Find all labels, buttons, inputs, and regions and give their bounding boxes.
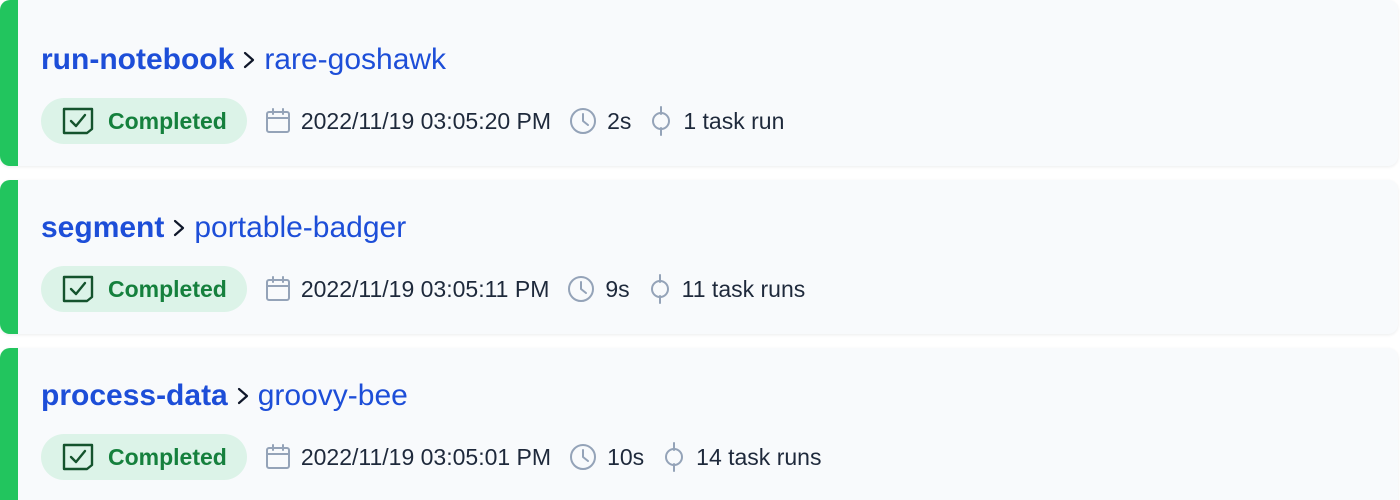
state-label: Completed: [108, 107, 227, 134]
flow-name-link[interactable]: process-data: [41, 376, 228, 416]
start-time-value: 2022/11/19 03:05:20 PM: [300, 107, 552, 134]
calendar-icon: [265, 276, 290, 301]
clock-icon: [568, 276, 595, 302]
flow-run-breadcrumb: run-notebook rare-goshawk: [41, 40, 446, 80]
checkbox-checked-icon: [62, 275, 94, 303]
flow-name-link[interactable]: run-notebook: [41, 40, 234, 80]
flow-run-card[interactable]: process-data groovy-bee Completed 2022/1…: [0, 348, 1398, 500]
flow-name-link[interactable]: segment: [41, 208, 164, 248]
flow-run-breadcrumb: process-data groovy-bee: [41, 376, 408, 416]
state-badge: Completed: [41, 434, 247, 480]
duration-value: 10s: [607, 443, 645, 470]
flow-run-meta: Completed 2022/11/19 03:05:01 PM 10s 14 …: [41, 434, 821, 480]
flow-run-name-link[interactable]: groovy-bee: [258, 376, 408, 416]
task-runs-value: 1 task run: [683, 107, 785, 134]
task-runs-value: 14 task runs: [696, 443, 822, 470]
duration: 9s: [567, 275, 630, 303]
task-runs[interactable]: 1 task run: [649, 106, 784, 136]
duration: 2s: [569, 107, 631, 135]
checkbox-checked-icon: [62, 107, 94, 135]
task-run-icon: [665, 442, 684, 472]
task-run-icon: [650, 274, 669, 304]
state-label: Completed: [108, 275, 227, 302]
start-time: 2022/11/19 03:05:01 PM: [265, 444, 551, 471]
flow-run-name-link[interactable]: portable-badger: [194, 208, 406, 248]
flow-run-meta: Completed 2022/11/19 03:05:11 PM 9s 11 t…: [41, 266, 805, 312]
clock-icon: [570, 444, 597, 470]
duration-value: 2s: [607, 107, 632, 134]
chevron-right-icon: [164, 218, 194, 238]
chevron-right-icon: [228, 386, 258, 406]
flow-run-list: run-notebook rare-goshawk Completed 2022…: [0, 0, 1400, 500]
duration: 10s: [569, 443, 644, 471]
duration-value: 9s: [605, 275, 630, 302]
task-runs[interactable]: 11 task runs: [648, 274, 806, 304]
flow-run-meta: Completed 2022/11/19 03:05:20 PM 2s 1 ta…: [41, 98, 784, 144]
clock-icon: [570, 108, 597, 134]
flow-run-card[interactable]: segment portable-badger Completed 2022/1…: [0, 180, 1398, 334]
task-run-icon: [652, 106, 671, 136]
state-badge: Completed: [41, 266, 247, 312]
calendar-icon: [265, 444, 290, 469]
state-label: Completed: [108, 443, 227, 470]
task-runs[interactable]: 14 task runs: [662, 442, 821, 472]
calendar-icon: [265, 108, 290, 133]
task-runs-value: 11 task runs: [681, 275, 806, 302]
chevron-right-icon: [234, 50, 264, 70]
checkbox-checked-icon: [62, 443, 94, 471]
start-time-value: 2022/11/19 03:05:01 PM: [300, 443, 552, 470]
flow-run-name-link[interactable]: rare-goshawk: [264, 40, 446, 80]
flow-run-breadcrumb: segment portable-badger: [41, 208, 406, 248]
start-time: 2022/11/19 03:05:20 PM: [265, 108, 551, 135]
start-time-value: 2022/11/19 03:05:11 PM: [300, 275, 550, 302]
start-time: 2022/11/19 03:05:11 PM: [265, 275, 550, 303]
state-badge: Completed: [41, 98, 247, 144]
flow-run-card[interactable]: run-notebook rare-goshawk Completed 2022…: [0, 0, 1398, 166]
